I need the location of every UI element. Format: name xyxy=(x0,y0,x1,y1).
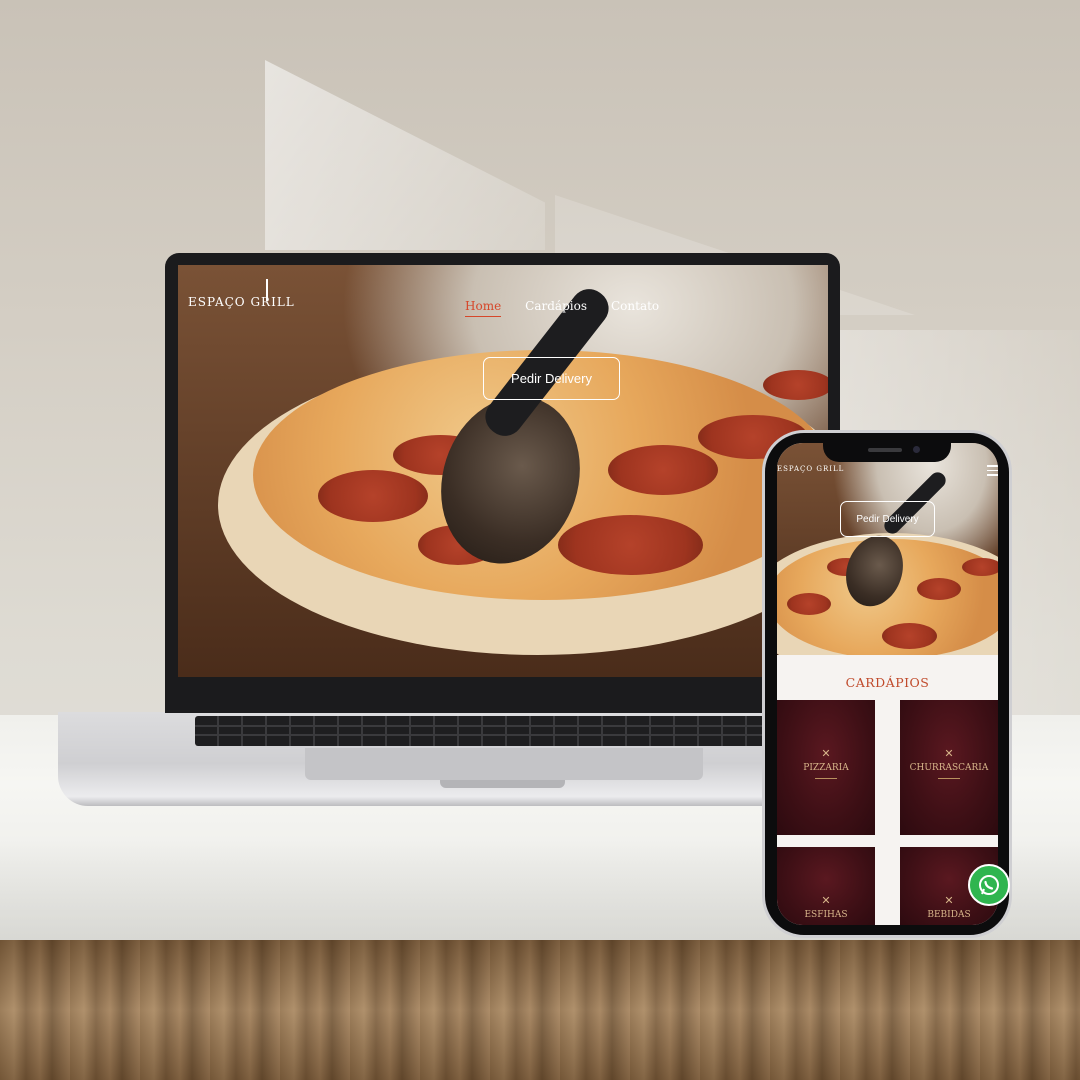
crossed-cutlery-icon: ✕ xyxy=(821,894,831,907)
menu-tile-label: PIZZARIA xyxy=(803,763,849,773)
laptop-trackpad xyxy=(305,748,703,780)
phone-logo: ESPAÇO GRILL xyxy=(777,465,844,473)
whatsapp-glyph xyxy=(979,875,999,895)
pepperoni xyxy=(763,370,828,400)
logo-text: ESPAÇO GRILL xyxy=(188,295,295,309)
logo-text: ESPAÇO GRILL xyxy=(777,465,845,473)
cardapios-section-title: CARDÁPIOS xyxy=(845,675,930,690)
pepperoni xyxy=(318,470,428,522)
menu-tile-esfihas[interactable]: ✕ ESFIHAS xyxy=(777,847,875,925)
pepperoni xyxy=(558,515,703,575)
laptop-keyboard xyxy=(195,716,815,746)
menu-tile-label: CHURRASCARIA xyxy=(909,763,989,773)
pepperoni xyxy=(917,578,961,600)
phone-screen: ESPAÇO GRILL Pedir Delivery CARDÁPIOS ✕ … xyxy=(777,443,998,925)
phone-hero: ESPAÇO GRILL Pedir Delivery xyxy=(777,443,998,655)
whatsapp-icon[interactable] xyxy=(968,864,1010,906)
wall-light xyxy=(265,60,545,250)
divider xyxy=(815,778,837,779)
laptop-notch xyxy=(440,780,565,788)
phone-camera xyxy=(913,446,920,453)
pedir-delivery-button-mobile[interactable]: Pedir Delivery xyxy=(840,501,935,537)
pepperoni xyxy=(608,445,718,495)
divider xyxy=(938,778,960,779)
laptop-chin xyxy=(165,677,840,713)
laptop-screen: ESPAÇO GRILL Home Cardápios Contato Pedi… xyxy=(178,265,828,677)
nav-contato[interactable]: Contato xyxy=(611,299,659,317)
menu-tile-churrascaria[interactable]: ✕ CHURRASCARIA xyxy=(900,700,998,835)
hamburger-menu-icon[interactable] xyxy=(987,465,998,477)
main-nav: Home Cardápios Contato xyxy=(465,299,659,317)
pepperoni xyxy=(962,558,998,576)
phone-speaker xyxy=(868,448,902,452)
pedir-delivery-button[interactable]: Pedir Delivery xyxy=(483,357,620,400)
pepperoni xyxy=(882,623,937,649)
menu-tile-pizzaria[interactable]: ✕ PIZZARIA xyxy=(777,700,875,835)
nav-home[interactable]: Home xyxy=(465,299,502,317)
site-logo: ESPAÇO GRILL xyxy=(188,279,295,309)
menu-tile-label: ESFIHAS xyxy=(804,910,848,920)
nav-cardapios[interactable]: Cardápios xyxy=(525,299,587,317)
pepperoni xyxy=(787,593,831,615)
crossed-cutlery-icon: ✕ xyxy=(944,747,954,760)
wooden-shelf-shade xyxy=(0,940,1080,1080)
menu-tile-label: BEBIDAS xyxy=(927,910,971,920)
crossed-cutlery-icon: ✕ xyxy=(821,747,831,760)
